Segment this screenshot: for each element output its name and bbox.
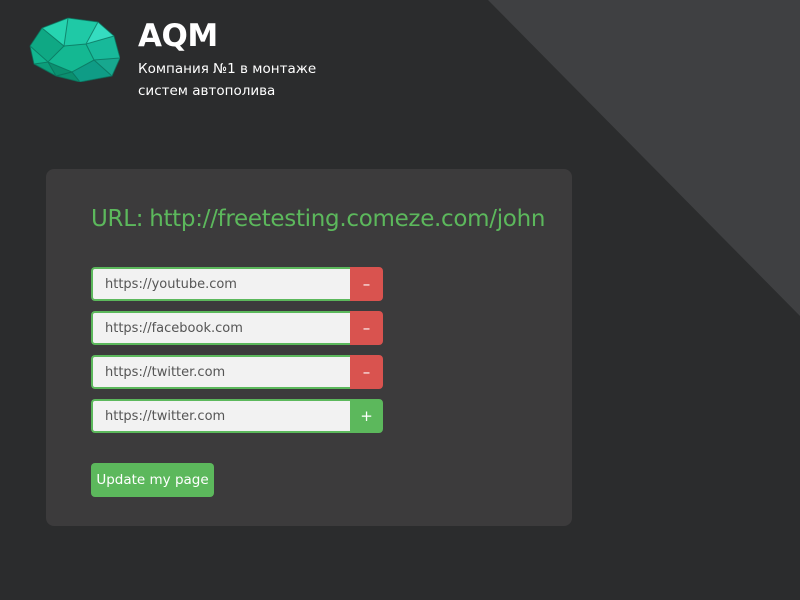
remove-link-button[interactable]: – [350,311,383,345]
update-page-button[interactable]: Update my page [91,463,214,497]
new-link-url-input[interactable] [91,399,350,433]
link-row: – [91,267,383,301]
add-link-button[interactable]: + [350,399,383,433]
page-url-heading: URL: http://freetesting.comeze.com/john [91,203,545,235]
remove-link-button[interactable]: – [350,355,383,389]
link-editor-panel: URL:http://freetesting.comeze.com/john –… [46,169,572,526]
link-url-input[interactable] [91,267,350,301]
brand-tagline: Компания №1 в монтаже систем автополива [138,61,317,99]
link-row: – [91,355,383,389]
link-url-input[interactable] [91,311,350,345]
link-url-input[interactable] [91,355,350,389]
brand-name[interactable]: AQM [138,14,378,58]
url-label: URL: [91,206,144,232]
link-row: – [91,311,383,345]
remove-link-button[interactable]: – [350,267,383,301]
page-url-value: http://freetesting.comeze.com/john [149,206,546,232]
new-link-row: + [91,399,383,433]
crystal-gem-icon[interactable] [28,16,120,82]
brand-block: AQM Компания №1 в монтаже систем автопол… [138,14,378,102]
